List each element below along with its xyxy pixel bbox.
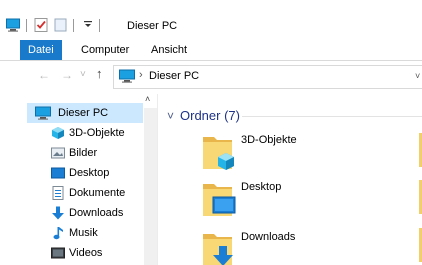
sidebar-item-label: Videos bbox=[69, 247, 103, 259]
sidebar-item-documents[interactable]: Dokumente bbox=[0, 183, 140, 203]
content-pane[interactable]: ˅ Ordner (7) 3D-Objekte Desktop Download… bbox=[158, 94, 422, 265]
music-icon bbox=[51, 226, 65, 240]
address-field[interactable]: › Dieser PC ˅ bbox=[113, 65, 422, 89]
group-header-folders[interactable]: Ordner (7) bbox=[180, 108, 240, 123]
chevron-down-icon[interactable] bbox=[83, 17, 93, 34]
window-title: Dieser PC bbox=[127, 20, 178, 32]
desktop-icon bbox=[51, 166, 65, 180]
back-icon[interactable]: ← bbox=[38, 68, 50, 82]
address-bar-row: ← → ˅ ↑ › Dieser PC ˅ bbox=[0, 61, 422, 91]
new-folder-icon[interactable] bbox=[54, 18, 68, 35]
sidebar-item-label: Bilder bbox=[69, 147, 98, 159]
downloads-folder-icon bbox=[202, 230, 238, 265]
this-pc-icon bbox=[119, 69, 135, 86]
sidebar-item-desktop[interactable]: Desktop bbox=[0, 163, 140, 183]
documents-icon bbox=[51, 186, 65, 200]
explorer-window: Dieser PC Datei Computer Ansicht ← → ˅ ↑… bbox=[0, 0, 422, 265]
sidebar-item-label: Desktop bbox=[69, 167, 110, 179]
scroll-up-icon[interactable]: ˄ bbox=[145, 94, 150, 104]
sidebar-item-label: 3D-Objekte bbox=[69, 127, 125, 139]
divider bbox=[99, 19, 100, 32]
3d-objects-folder-icon bbox=[202, 133, 238, 173]
recent-locations-icon[interactable]: ˅ bbox=[80, 69, 86, 80]
divider bbox=[26, 19, 27, 32]
folder-label: 3D-Objekte bbox=[241, 134, 297, 146]
downloads-icon bbox=[51, 206, 65, 220]
ribbon-tabs: Datei Computer Ansicht bbox=[0, 40, 422, 61]
title-bar: Dieser PC bbox=[0, 0, 422, 40]
sidebar-item-videos[interactable]: Videos bbox=[0, 243, 140, 263]
pictures-icon bbox=[51, 146, 65, 160]
sidebar-item-label: Downloads bbox=[69, 207, 124, 219]
folder-label: Desktop bbox=[241, 181, 282, 193]
3d-objects-icon bbox=[51, 126, 65, 140]
videos-icon bbox=[51, 246, 65, 260]
computer-icon[interactable] bbox=[6, 18, 20, 35]
folder-tile-3d-objects[interactable]: 3D-Objekte bbox=[198, 133, 398, 179]
tab-datei[interactable]: Datei bbox=[20, 40, 62, 60]
group-collapse-icon[interactable]: ˅ bbox=[167, 109, 174, 123]
sidebar-item-music[interactable]: Musik bbox=[0, 223, 140, 243]
breadcrumb-separator[interactable]: › bbox=[139, 69, 143, 81]
divider bbox=[242, 116, 422, 117]
scrollbar[interactable] bbox=[144, 108, 157, 265]
sidebar-item-label: Dokumente bbox=[69, 187, 126, 199]
folder-tile-desktop[interactable]: Desktop bbox=[198, 180, 398, 226]
sidebar-item-downloads[interactable]: Downloads bbox=[0, 203, 140, 223]
sidebar-item-this-pc[interactable]: Dieser PC bbox=[27, 103, 143, 123]
sidebar-item-label: Dieser PC bbox=[58, 107, 109, 119]
tab-ansicht[interactable]: Ansicht bbox=[143, 40, 195, 60]
tab-computer[interactable]: Computer bbox=[73, 40, 137, 60]
up-icon[interactable]: ↑ bbox=[96, 66, 103, 81]
divider bbox=[73, 19, 74, 32]
properties-check-icon[interactable] bbox=[34, 18, 48, 35]
this-pc-icon bbox=[35, 106, 51, 120]
sidebar-item-pictures[interactable]: Bilder bbox=[0, 143, 140, 163]
folder-label: Downloads bbox=[241, 231, 296, 243]
breadcrumb-this-pc[interactable]: Dieser PC bbox=[149, 70, 199, 82]
navigation-pane[interactable]: ˄ Dieser PC 3D-Objekte Bilder Desktop Do… bbox=[0, 94, 158, 265]
sidebar-item-label: Musik bbox=[69, 227, 98, 239]
forward-icon[interactable]: → bbox=[61, 68, 73, 82]
sidebar-item-3d-objects[interactable]: 3D-Objekte bbox=[0, 123, 140, 143]
folder-tile-downloads[interactable]: Downloads bbox=[198, 230, 398, 265]
desktop-folder-icon bbox=[202, 180, 238, 220]
address-dropdown-icon[interactable]: ˅ bbox=[415, 71, 420, 81]
